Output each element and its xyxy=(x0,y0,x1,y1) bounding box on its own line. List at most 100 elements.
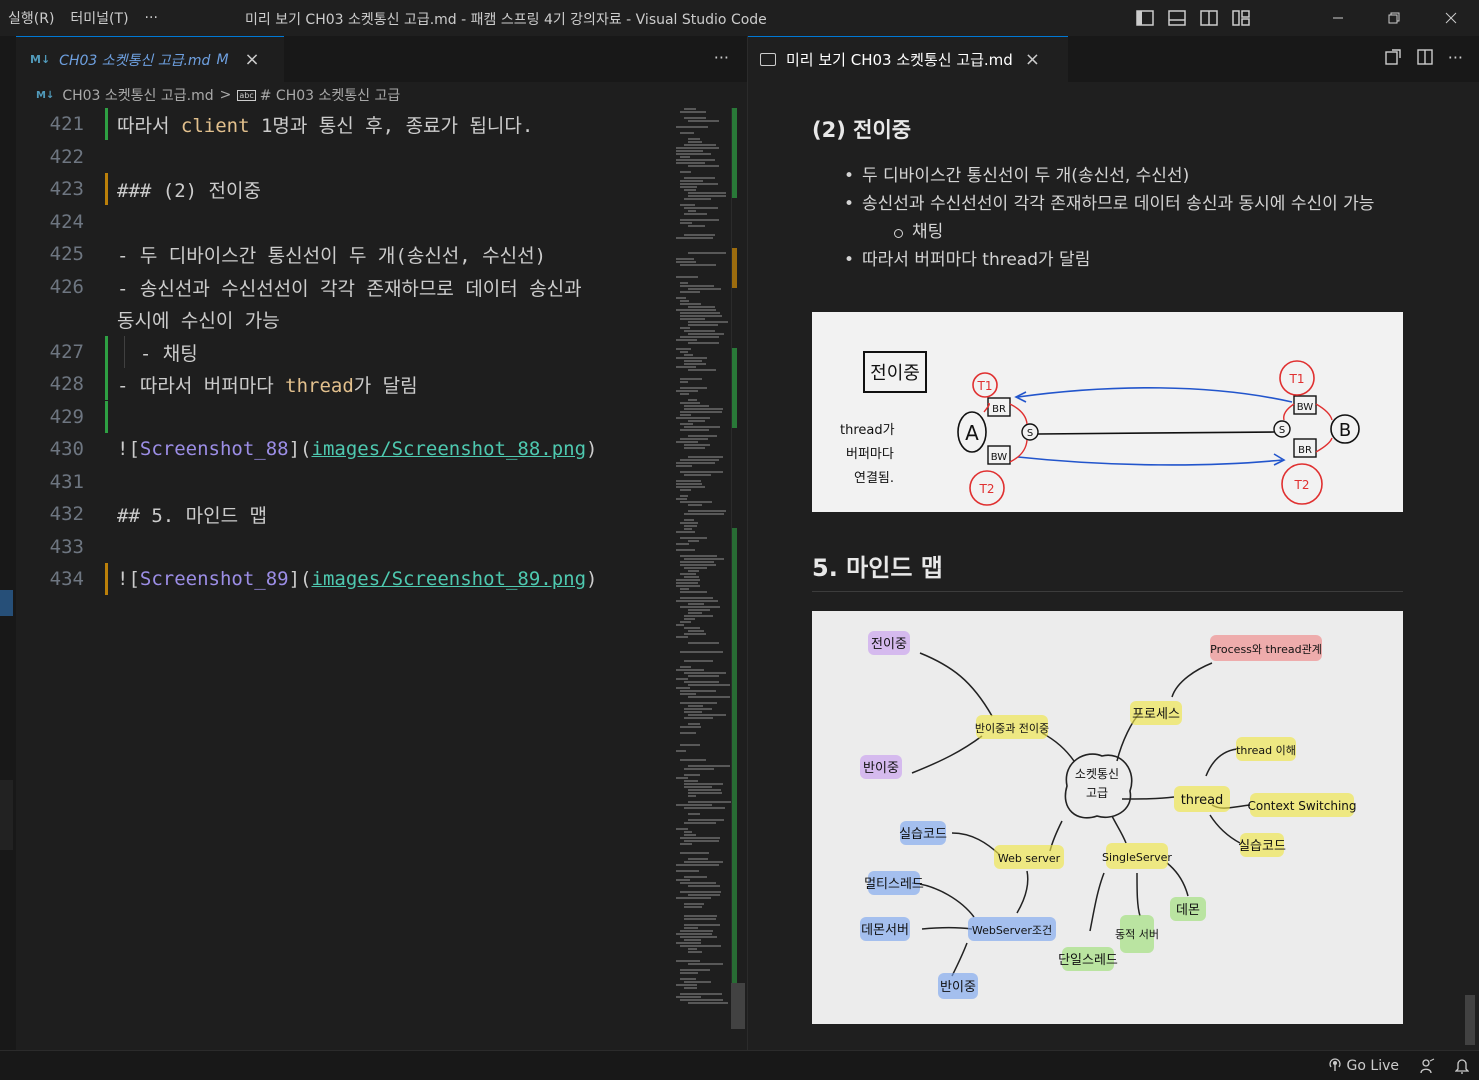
minimap-line xyxy=(684,360,702,362)
minimap-line xyxy=(684,711,702,713)
mindmap-node: thread 이해 xyxy=(1236,743,1296,757)
breadcrumb-symbol[interactable]: # CH03 소켓통신 고급 xyxy=(260,85,400,105)
mindmap-node: 단일스레드 xyxy=(1058,953,1118,968)
split-editor-icon[interactable] xyxy=(1416,48,1434,70)
minimap-line xyxy=(680,186,697,188)
gutter-modified xyxy=(105,563,108,595)
minimap-line xyxy=(676,357,707,359)
minimap-line xyxy=(676,669,704,671)
image-link[interactable]: images/Screenshot_89.png xyxy=(312,568,587,590)
minimap-line xyxy=(680,282,688,284)
go-live-label: Go Live xyxy=(1346,1057,1399,1074)
minimap-line xyxy=(688,609,710,611)
minimap-line xyxy=(680,936,717,938)
close-tab-icon[interactable]: × xyxy=(245,49,260,70)
menu-run[interactable]: 실행(R) xyxy=(0,8,62,28)
minimap-line xyxy=(688,321,728,323)
minimap-line xyxy=(680,219,719,221)
minimap-line xyxy=(680,744,700,746)
accounts-icon[interactable] xyxy=(1409,1058,1445,1074)
minimap-line xyxy=(676,162,705,164)
preview-scrollbar-thumb[interactable] xyxy=(1465,995,1475,1045)
mindmap-node: 반이중 xyxy=(863,761,899,776)
menu-more[interactable]: ··· xyxy=(137,10,166,26)
customize-layout-icon[interactable] xyxy=(1231,8,1251,28)
mindmap-node: Process와 thread관계 xyxy=(1210,643,1322,656)
breadcrumb: M↓ CH03 소켓통신 고급.md > abc # CH03 소켓통신 고급 xyxy=(16,82,747,108)
breadcrumb-file[interactable]: CH03 소켓통신 고급.md xyxy=(62,85,213,105)
mindmap-center: 고급 xyxy=(1086,786,1108,800)
minimap-line xyxy=(676,879,690,881)
tab-preview[interactable]: 미리 보기 CH03 소켓통신 고급.md × xyxy=(748,36,1068,82)
minimap-line xyxy=(680,327,690,329)
preview-bullet-list: 두 디바이스간 통신선이 두 개(송신선, 수신선) 송신선과 수신선선이 각각… xyxy=(844,162,1392,274)
minimap-line xyxy=(684,987,697,989)
minimap-line xyxy=(688,120,719,122)
open-source-icon[interactable] xyxy=(1384,48,1402,70)
minimap-line xyxy=(676,579,700,581)
minimap-line xyxy=(676,582,698,584)
close-tab-icon[interactable]: × xyxy=(1025,49,1040,70)
minimap[interactable] xyxy=(672,108,731,1008)
minimap-line xyxy=(684,198,711,200)
minimap-line xyxy=(684,474,711,476)
minimap-line xyxy=(676,897,711,899)
minimap-line xyxy=(688,1002,728,1004)
minimap-line xyxy=(688,792,722,794)
preview-tab-label: 미리 보기 CH03 소켓통신 고급.md xyxy=(786,51,1013,69)
minimap-line xyxy=(688,306,715,308)
minimap-line xyxy=(684,576,699,578)
minimap-line xyxy=(684,633,706,635)
minimize-button[interactable] xyxy=(1310,0,1366,36)
minimap-line xyxy=(684,906,702,908)
minimap-line xyxy=(684,528,692,530)
minimap-line xyxy=(688,675,719,677)
menu-terminal[interactable]: 터미널(T) xyxy=(62,8,136,28)
minimap-line xyxy=(676,933,712,935)
minimap-line xyxy=(676,126,708,128)
minimap-line xyxy=(688,288,721,290)
modified-badge: M xyxy=(216,51,229,68)
minimap-line xyxy=(688,705,703,707)
close-window-button[interactable] xyxy=(1423,0,1479,36)
minimap-line xyxy=(684,207,718,209)
mindmap-node: WebServer조건 xyxy=(972,924,1052,937)
restore-button[interactable] xyxy=(1366,0,1422,36)
minimap-line xyxy=(684,447,705,449)
minimap-line xyxy=(688,504,702,506)
minimap-line xyxy=(680,285,714,287)
svg-text:T1: T1 xyxy=(1289,372,1305,386)
tab-ch03-md[interactable]: M↓ CH03 소켓통신 고급.md M × xyxy=(16,36,284,82)
image-link[interactable]: images/Screenshot_88.png xyxy=(312,438,587,460)
notifications-bell-icon[interactable] xyxy=(1445,1058,1479,1074)
minimap-line xyxy=(680,597,713,599)
minimap-line xyxy=(680,891,721,893)
minimap-line xyxy=(680,411,722,413)
minimap-line xyxy=(680,993,722,995)
minimap-line xyxy=(680,969,710,971)
minimap-line xyxy=(688,225,705,227)
toggle-secondary-sidebar-icon[interactable] xyxy=(1199,8,1219,28)
editor-more-actions[interactable]: ··· xyxy=(714,48,729,67)
minimap-line xyxy=(680,381,688,383)
minimap-line xyxy=(680,606,720,608)
minimap-line xyxy=(688,324,718,326)
scrollbar-thumb[interactable] xyxy=(731,983,745,1029)
minimap-line xyxy=(684,558,724,560)
toggle-panel-icon[interactable] xyxy=(1167,8,1187,28)
toggle-primary-sidebar-icon[interactable] xyxy=(1135,8,1155,28)
minimap-line xyxy=(684,780,698,782)
go-live-button[interactable]: Go Live xyxy=(1318,1057,1409,1075)
minimap-line xyxy=(684,363,706,365)
svg-text:S: S xyxy=(1027,428,1033,439)
minimap-line xyxy=(680,171,691,173)
mindmap-node: SingleServer xyxy=(1102,851,1172,864)
minimap-line xyxy=(684,567,707,569)
mindmap-node: 실습코드 xyxy=(899,827,947,842)
minimap-line xyxy=(688,789,721,791)
minimap-line xyxy=(680,726,701,728)
preview-tab-bar: 미리 보기 CH03 소켓통신 고급.md × ··· xyxy=(748,36,1479,82)
minimap-line xyxy=(680,591,707,593)
minimap-line xyxy=(684,768,714,770)
more-actions-icon[interactable]: ··· xyxy=(1448,48,1463,70)
